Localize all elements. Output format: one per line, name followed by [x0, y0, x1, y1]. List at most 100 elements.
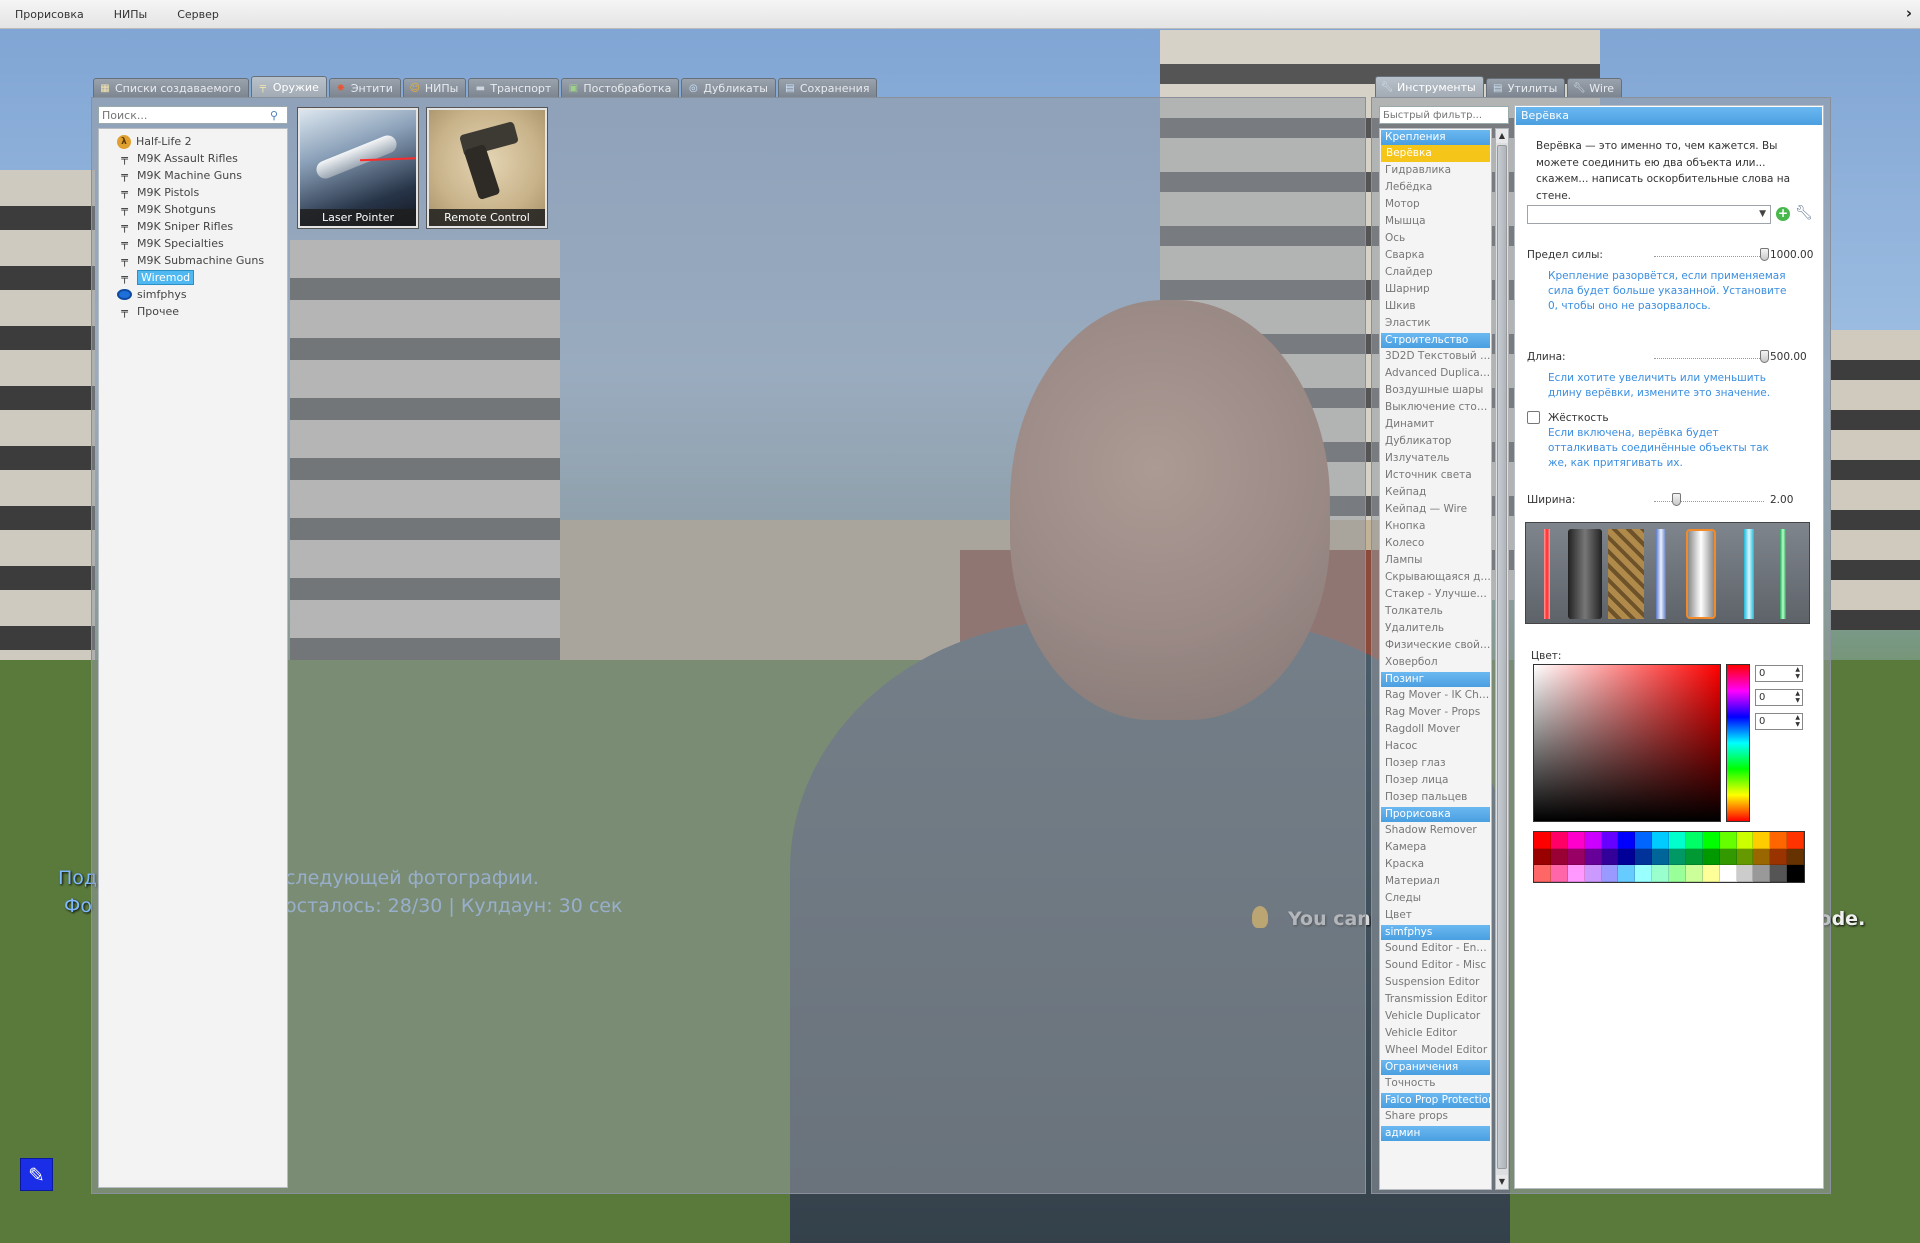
- color-blue-input[interactable]: 0 ▲ ▼: [1755, 713, 1803, 730]
- color-swatch[interactable]: [1770, 832, 1788, 849]
- color-swatch[interactable]: [1770, 865, 1788, 882]
- tool-item[interactable]: Shadow Remover: [1380, 822, 1491, 839]
- tool-item[interactable]: Позер пальцев: [1380, 789, 1491, 806]
- tool-item[interactable]: 3D2D Текстовый экран: [1380, 348, 1491, 365]
- color-saturation-field[interactable]: [1533, 664, 1721, 822]
- wrench-icon[interactable]: 🔧︎: [1795, 205, 1813, 221]
- tool-item[interactable]: Динамит: [1380, 416, 1491, 433]
- color-swatch[interactable]: [1584, 848, 1602, 866]
- color-swatch[interactable]: [1736, 865, 1754, 882]
- tree-item-simfphys[interactable]: simfphys: [99, 286, 287, 303]
- slider-track[interactable]: [1654, 358, 1764, 359]
- scroll-thumb[interactable]: [1497, 145, 1507, 1169]
- color-swatch[interactable]: [1584, 865, 1602, 882]
- add-preset-icon[interactable]: +: [1776, 207, 1790, 221]
- slider-value[interactable]: 500.00: [1770, 351, 1807, 363]
- color-swatch[interactable]: [1584, 832, 1602, 849]
- tree-item-m9k-specialties[interactable]: ╤ M9K Specialties: [99, 235, 287, 252]
- tree-item-m9k-machine-guns[interactable]: ╤ M9K Machine Guns: [99, 167, 287, 184]
- tool-item[interactable]: Vehicle Editor: [1380, 1025, 1491, 1042]
- material-electric[interactable]: [1656, 529, 1666, 619]
- tool-item[interactable]: Эластик: [1380, 315, 1491, 332]
- spin-arrows-icon[interactable]: ▲ ▼: [1795, 666, 1800, 680]
- material-green-electric[interactable]: [1780, 529, 1786, 619]
- tree-item-wiremod[interactable]: ╤ Wiremod: [99, 269, 287, 286]
- material-laser[interactable]: [1544, 529, 1550, 619]
- color-swatch[interactable]: [1702, 865, 1720, 882]
- slider-track[interactable]: [1654, 501, 1764, 502]
- color-swatch[interactable]: [1534, 832, 1551, 849]
- tab-utilities[interactable]: ▤ Утилиты: [1485, 78, 1566, 97]
- color-swatch[interactable]: [1787, 865, 1804, 882]
- color-swatch[interactable]: [1736, 832, 1754, 849]
- slider-length[interactable]: Длина: 500.00: [1527, 349, 1823, 367]
- tree-item-m9k-shotguns[interactable]: ╤ M9K Shotguns: [99, 201, 287, 218]
- tool-category-header[interactable]: Позинг: [1381, 672, 1490, 687]
- tool-item[interactable]: Suspension Editor: [1380, 974, 1491, 991]
- color-swatch[interactable]: [1702, 848, 1720, 866]
- tool-item[interactable]: Излучатель: [1380, 450, 1491, 467]
- color-swatch[interactable]: [1601, 832, 1619, 849]
- tree-item-m9k-submachine-guns[interactable]: ╤ M9K Submachine Guns: [99, 252, 287, 269]
- tool-item[interactable]: Share props: [1380, 1108, 1491, 1125]
- color-swatch[interactable]: [1618, 865, 1636, 882]
- color-swatch[interactable]: [1601, 865, 1619, 882]
- tool-item[interactable]: Кейпад: [1380, 484, 1491, 501]
- rigid-checkbox[interactable]: [1527, 411, 1540, 424]
- color-swatch[interactable]: [1753, 865, 1771, 882]
- scroll-up-icon[interactable]: ▲: [1496, 129, 1508, 143]
- tool-category-header[interactable]: Строительство: [1381, 333, 1490, 348]
- color-swatch[interactable]: [1550, 848, 1568, 866]
- slider-knob[interactable]: [1760, 350, 1769, 363]
- material-cable[interactable]: [1568, 529, 1602, 619]
- tab-saves[interactable]: ▤ Сохранения: [777, 78, 878, 97]
- tool-item[interactable]: Скрывающаяся дверь: [1380, 569, 1491, 586]
- tool-category-header[interactable]: simfphys: [1381, 925, 1490, 940]
- tool-item[interactable]: Wheel Model Editor: [1380, 1042, 1491, 1059]
- color-swatch[interactable]: [1753, 848, 1771, 866]
- tool-item[interactable]: Advanced Duplicator: [1380, 365, 1491, 382]
- color-swatch[interactable]: [1652, 865, 1669, 882]
- slider-knob[interactable]: [1760, 248, 1769, 261]
- color-swatch[interactable]: [1702, 832, 1720, 849]
- tool-item[interactable]: Ось: [1380, 230, 1491, 247]
- tool-item[interactable]: Сварка: [1380, 247, 1491, 264]
- tool-item[interactable]: Дубликатор: [1380, 433, 1491, 450]
- material-physbeam-selected[interactable]: [1686, 529, 1716, 619]
- color-swatch[interactable]: [1635, 865, 1653, 882]
- color-swatch[interactable]: [1635, 832, 1653, 849]
- menu-server[interactable]: Сервер: [162, 0, 234, 29]
- tab-weapons[interactable]: ╤ Оружие: [250, 76, 327, 97]
- color-red-input[interactable]: 0 ▲ ▼: [1755, 665, 1803, 682]
- tool-category-header[interactable]: Прорисовка: [1381, 807, 1490, 822]
- tool-item[interactable]: Sound Editor - Misc: [1380, 957, 1491, 974]
- tool-item[interactable]: Ховербол: [1380, 654, 1491, 671]
- tool-category-header[interactable]: админ: [1381, 1126, 1490, 1141]
- color-swatch[interactable]: [1719, 832, 1737, 849]
- tool-category-header[interactable]: Крепления: [1381, 130, 1490, 145]
- search-icon[interactable]: ⚲: [265, 109, 283, 122]
- tool-item[interactable]: Точность: [1380, 1075, 1491, 1092]
- tool-category-header[interactable]: Ограничения: [1381, 1060, 1490, 1075]
- tool-item[interactable]: Колесо: [1380, 535, 1491, 552]
- color-swatch[interactable]: [1719, 848, 1737, 866]
- color-swatch[interactable]: [1567, 848, 1585, 866]
- tool-item[interactable]: Vehicle Duplicator: [1380, 1008, 1491, 1025]
- tab-postprocess[interactable]: ▣ Постобработка: [561, 78, 680, 97]
- material-rope[interactable]: [1608, 529, 1644, 619]
- color-swatch[interactable]: [1635, 848, 1653, 866]
- tool-item[interactable]: Насос: [1380, 738, 1491, 755]
- tree-item-m9k-pistols[interactable]: ╤ M9K Pistols: [99, 184, 287, 201]
- tool-item[interactable]: Стакер - Улучшенный: [1380, 586, 1491, 603]
- color-swatch[interactable]: [1550, 865, 1568, 882]
- tool-item[interactable]: Материал: [1380, 873, 1491, 890]
- color-swatch[interactable]: [1601, 848, 1619, 866]
- tool-item[interactable]: Кнопка: [1380, 518, 1491, 535]
- color-swatch[interactable]: [1534, 865, 1551, 882]
- slider-force-limit[interactable]: Предел силы: 1000.00: [1527, 247, 1823, 265]
- color-swatch[interactable]: [1685, 832, 1703, 849]
- rigid-checkbox-row[interactable]: Жёсткость: [1527, 411, 1609, 424]
- tool-item[interactable]: Следы: [1380, 890, 1491, 907]
- color-swatch[interactable]: [1753, 832, 1771, 849]
- color-swatch[interactable]: [1787, 832, 1804, 849]
